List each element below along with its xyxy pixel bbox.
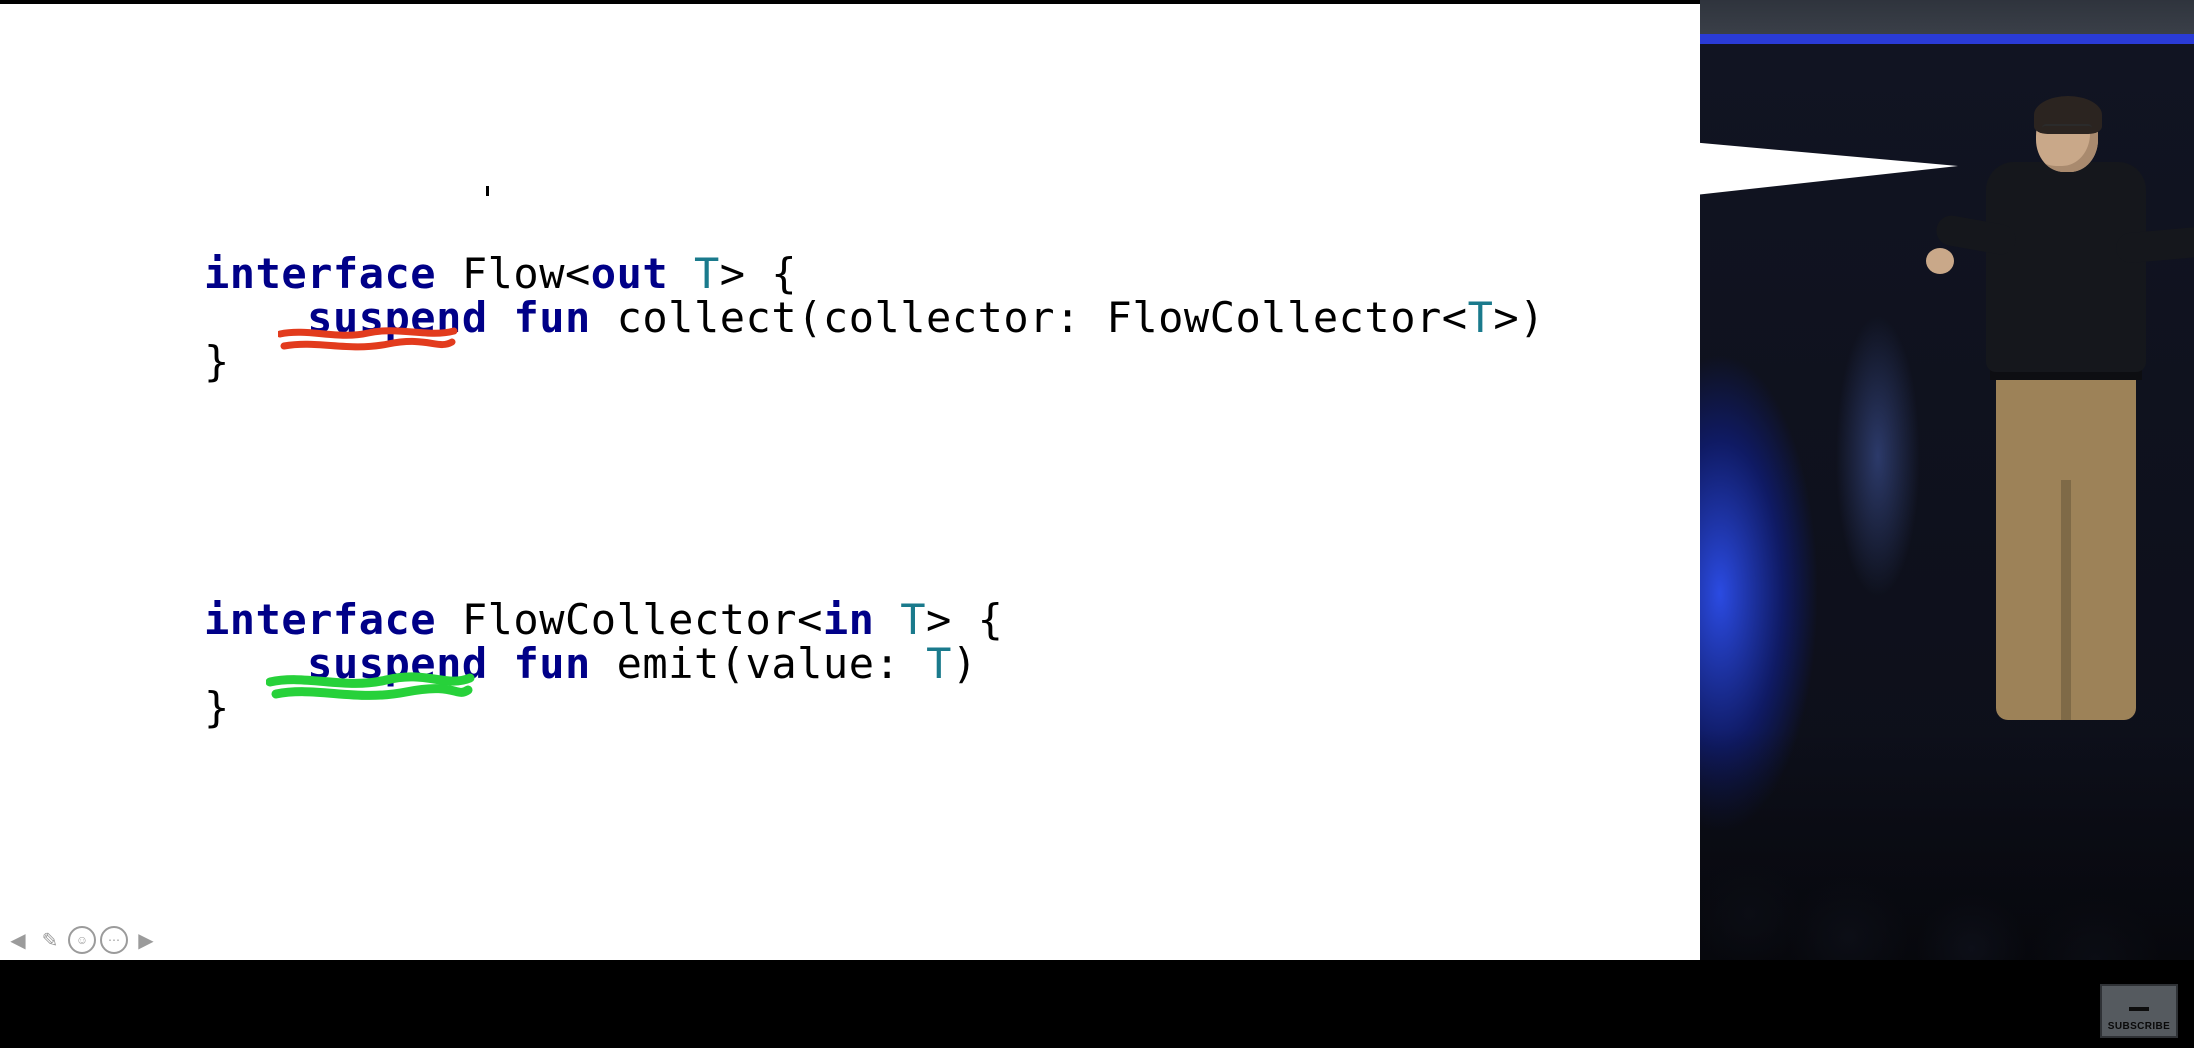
subscribe-button[interactable]: SUBSCRIBE — [2100, 984, 2178, 1038]
indent — [204, 293, 307, 342]
subscribe-dash-icon — [2129, 1007, 2149, 1011]
keyword-interface: interface — [204, 595, 436, 644]
closing-brace: } — [204, 683, 230, 732]
presenter-leg-seam — [2061, 480, 2071, 720]
arrow-right-icon: ▶ — [138, 928, 153, 953]
keyword-in: in — [823, 595, 875, 644]
next-slide-button[interactable]: ▶ — [132, 926, 160, 954]
punct: > { — [926, 595, 1003, 644]
audience-silhouette — [1700, 730, 2194, 960]
menu-button[interactable]: ☺ — [68, 926, 96, 954]
type-param: T — [668, 249, 720, 298]
keyword-suspend: suspend — [307, 293, 488, 342]
punct: >) — [1493, 293, 1545, 342]
type-param: T — [926, 639, 952, 688]
keyword-out: out — [591, 249, 668, 298]
type-name: FlowCollector< — [436, 595, 823, 644]
pointer-overlay-shape — [1668, 140, 1958, 210]
code-block-flowcollector: interface FlowCollector<in T> { suspend … — [204, 598, 1003, 730]
slide-toolbar: ◀ ✎ ☺ ⋯ ▶ — [4, 926, 160, 954]
indent — [204, 639, 307, 688]
closing-brace: } — [204, 337, 230, 386]
keyword-suspend: suspend — [307, 639, 488, 688]
punct: > { — [720, 249, 797, 298]
keyword-interface: interface — [204, 249, 436, 298]
presenter-torso — [1986, 162, 2146, 372]
subscribe-label: SUBSCRIBE — [2108, 1021, 2171, 1032]
space — [488, 639, 514, 688]
func-sig: emit(value: — [591, 639, 926, 688]
space — [488, 293, 514, 342]
video-bottom-bar: SUBSCRIBE — [0, 960, 2194, 1048]
video-frame: interface Flow<out T> { suspend fun coll… — [0, 0, 2194, 1048]
prev-slide-button[interactable]: ◀ — [4, 926, 32, 954]
func-sig: collect(collector: FlowCollector< — [591, 293, 1468, 342]
arrow-left-icon: ◀ — [10, 928, 25, 953]
keyword-fun: fun — [513, 293, 590, 342]
speaker-header-strip — [1700, 0, 2194, 34]
punct: ) — [952, 639, 978, 688]
pen-tool-button[interactable]: ✎ — [36, 926, 64, 954]
glasses-icon — [2042, 124, 2092, 138]
presenter-figure — [1956, 100, 2176, 740]
smiley-icon: ☺ — [68, 926, 96, 954]
more-options-button[interactable]: ⋯ — [100, 926, 128, 954]
type-name: Flow< — [436, 249, 591, 298]
pen-icon: ✎ — [42, 928, 59, 953]
more-icon: ⋯ — [100, 926, 128, 954]
keyword-fun: fun — [513, 639, 590, 688]
type-param: T — [1468, 293, 1494, 342]
presentation-slide: interface Flow<out T> { suspend fun coll… — [0, 4, 1700, 960]
speaker-blue-line — [1700, 34, 2194, 44]
type-param: T — [874, 595, 926, 644]
cursor-icon — [486, 186, 489, 196]
presenter-hand-left — [1926, 248, 1954, 274]
code-block-flow: interface Flow<out T> { suspend fun coll… — [204, 252, 1545, 384]
